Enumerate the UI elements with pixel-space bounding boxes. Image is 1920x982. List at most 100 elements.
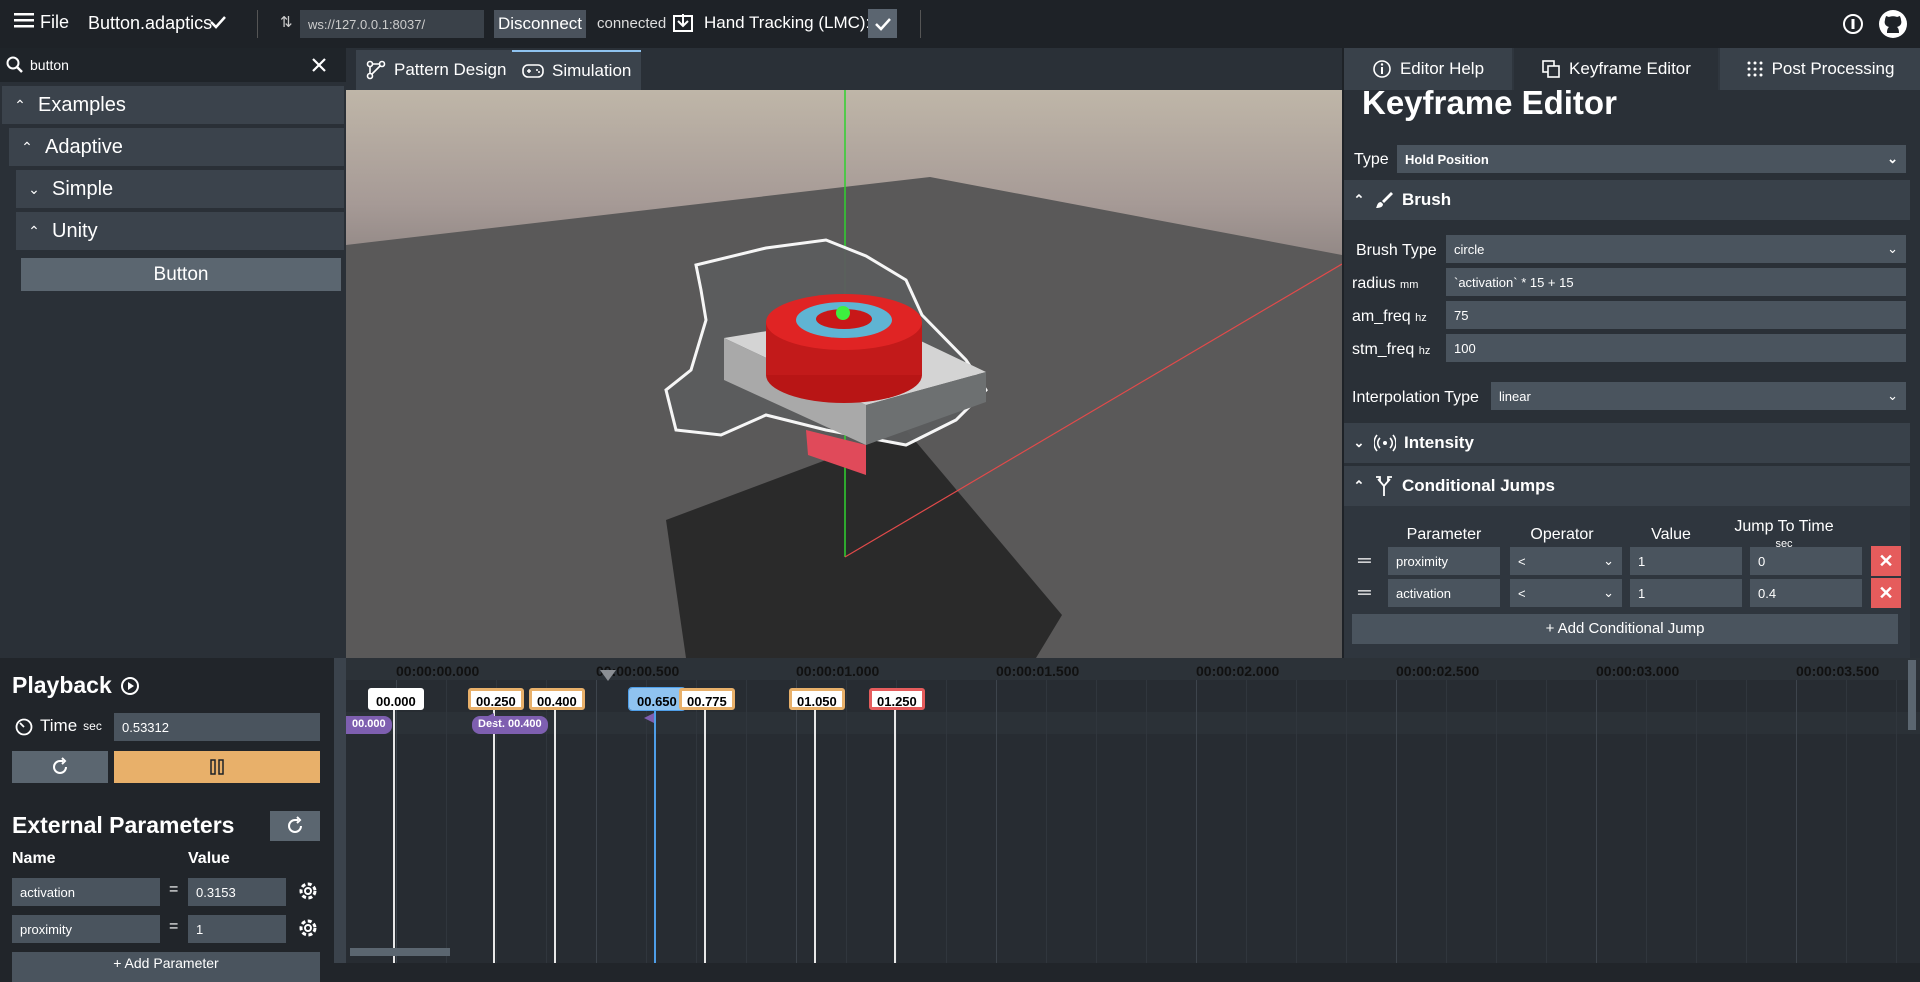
gear-icon[interactable] [296, 879, 320, 908]
cj-value-input[interactable]: 1 [1630, 547, 1742, 575]
type-select[interactable]: Hold Position ⌄ [1397, 145, 1906, 173]
connection-status: connected [597, 15, 667, 32]
chevron-down-icon: ⌄ [1887, 388, 1898, 403]
playback-title-text: Playback [12, 672, 112, 698]
jump-arrow-icon [484, 713, 494, 723]
jump-marker[interactable]: 00.000 [346, 716, 392, 734]
brush-section-header[interactable]: ⌃ Brush [1344, 180, 1910, 220]
pause-button[interactable] [114, 751, 320, 783]
grid-line [396, 680, 397, 963]
hand-tracking-checkbox[interactable] [868, 9, 897, 38]
tab-post-processing[interactable]: Post Processing [1720, 48, 1920, 90]
delete-jump-button[interactable]: ✕ [1871, 578, 1901, 608]
gear-icon[interactable] [296, 916, 320, 945]
keyframe-line [393, 710, 395, 963]
inspector-scrollbar[interactable] [1910, 90, 1920, 658]
cj-jump-input[interactable]: 0 [1750, 547, 1862, 575]
interpolation-select[interactable]: linear ⌄ [1491, 382, 1906, 410]
chevron-up-icon: ⌃ [21, 138, 33, 155]
keyframe-marker[interactable]: 00.400 [529, 688, 585, 710]
interpolation-value: linear [1499, 388, 1531, 404]
keyframe-marker[interactable]: 00.775 [679, 688, 735, 710]
time-tick: 00:00:02.000 [1196, 663, 1280, 679]
conditional-jumps-section-header[interactable]: ⌃ Conditional Jumps [1344, 466, 1910, 506]
timeline[interactable]: 00:00:00.000 00:00:00.500 00:00:01.000 0… [346, 658, 1920, 963]
stm-freq-label: stm_freq hz [1352, 341, 1430, 359]
param-value-input[interactable]: 1 [188, 915, 286, 943]
cj-operator-select[interactable]: < ⌄ [1510, 547, 1622, 575]
grid-line [596, 680, 597, 963]
tree-item-examples[interactable]: ⌃ Examples [2, 86, 344, 124]
reset-button[interactable] [12, 751, 108, 783]
cj-value-input[interactable]: 1 [1630, 579, 1742, 607]
close-icon[interactable] [310, 56, 328, 79]
param-name-input[interactable]: proximity [12, 915, 160, 943]
cj-header-parameter: Parameter [1406, 526, 1482, 543]
divider [257, 10, 258, 38]
cj-operator-value: < [1518, 585, 1526, 601]
download-icon[interactable] [672, 12, 694, 39]
param-name-input[interactable]: activation [12, 878, 160, 906]
drag-handle-icon[interactable]: ═ [1358, 550, 1371, 571]
tab-pattern-design[interactable]: Pattern Design [356, 50, 517, 90]
keyframe-marker[interactable]: 01.250 [869, 688, 925, 710]
stm-freq-unit: hz [1418, 345, 1431, 357]
add-conditional-jump-button[interactable]: + Add Conditional Jump [1352, 614, 1898, 644]
cj-parameter-input[interactable]: proximity [1388, 547, 1500, 575]
time-input[interactable]: 0.53312 [114, 713, 320, 741]
info-icon[interactable] [1842, 13, 1864, 40]
timeline-scrollbar[interactable] [350, 948, 450, 956]
keyframe-marker[interactable]: 01.050 [789, 688, 845, 710]
websocket-url-input[interactable] [300, 10, 484, 38]
brush-type-select[interactable]: circle ⌄ [1446, 235, 1906, 263]
file-menu-button[interactable]: File [14, 12, 69, 33]
param-value-input[interactable]: 0.3153 [188, 878, 286, 906]
tab-keyframe-editor[interactable]: Keyframe Editor [1514, 48, 1718, 90]
keyframe-marker-selected[interactable]: 00.650 [628, 687, 686, 711]
chevron-up-icon: ⌃ [14, 96, 26, 113]
equals-sign: = [169, 881, 179, 898]
time-tick: 00:00:03.000 [1596, 663, 1680, 679]
view-tabs: Pattern Design Simulation [346, 48, 1342, 90]
keyframe-marker[interactable]: 00.000 [368, 688, 424, 710]
add-parameter-button[interactable]: + Add Parameter [12, 952, 320, 982]
tree-item-unity[interactable]: ⌃ Unity [16, 212, 344, 250]
keyframe-marker[interactable]: 00.250 [468, 688, 524, 710]
gamepad-icon [522, 64, 544, 78]
radius-label: radius mm [1352, 275, 1418, 293]
grid-line [1846, 680, 1847, 963]
tree-item-adaptive[interactable]: ⌃ Adaptive [9, 128, 344, 166]
disconnect-button[interactable]: Disconnect [494, 10, 586, 38]
keyframe-line [814, 710, 816, 963]
grid-line [446, 680, 447, 963]
example-button-item[interactable]: Button [21, 258, 341, 291]
tab-editor-help[interactable]: Editor Help [1344, 48, 1512, 90]
chevron-down-icon: ⌄ [1603, 553, 1614, 568]
drag-handle-icon[interactable]: ═ [1358, 582, 1371, 603]
tab-simulation[interactable]: Simulation [512, 50, 642, 90]
cj-operator-select[interactable]: < ⌄ [1510, 579, 1622, 607]
intensity-section-header[interactable]: ⌄ Intensity [1344, 423, 1910, 463]
stm-freq-input[interactable]: 100 [1446, 334, 1906, 362]
delete-jump-button[interactable]: ✕ [1871, 546, 1901, 576]
simulation-viewport[interactable] [346, 90, 1342, 658]
playback-scrollbar[interactable] [334, 658, 346, 963]
reset-params-button[interactable] [270, 811, 320, 841]
am-freq-input[interactable]: 75 [1446, 301, 1906, 329]
grid-line [746, 680, 747, 963]
tab-label: Pattern Design [394, 60, 507, 79]
cj-parameter-input[interactable]: activation [1388, 579, 1500, 607]
equals-sign: = [169, 918, 179, 935]
timeline-vertical-scrollbar[interactable] [1908, 660, 1916, 730]
cj-jump-input[interactable]: 0.4 [1750, 579, 1862, 607]
tree-item-label: Unity [52, 219, 98, 242]
time-label: Time sec [14, 716, 102, 736]
github-icon[interactable] [1878, 9, 1908, 44]
playhead-marker-icon[interactable] [600, 670, 616, 682]
radius-input[interactable]: `activation` * 15 + 15 [1446, 268, 1906, 296]
hand-tracking-label: Hand Tracking (LMC): [704, 13, 871, 32]
search-input[interactable] [30, 54, 270, 76]
tree-item-simple[interactable]: ⌄ Simple [16, 170, 344, 208]
section-title: Conditional Jumps [1402, 476, 1555, 495]
timeline-ruler [346, 658, 1920, 680]
